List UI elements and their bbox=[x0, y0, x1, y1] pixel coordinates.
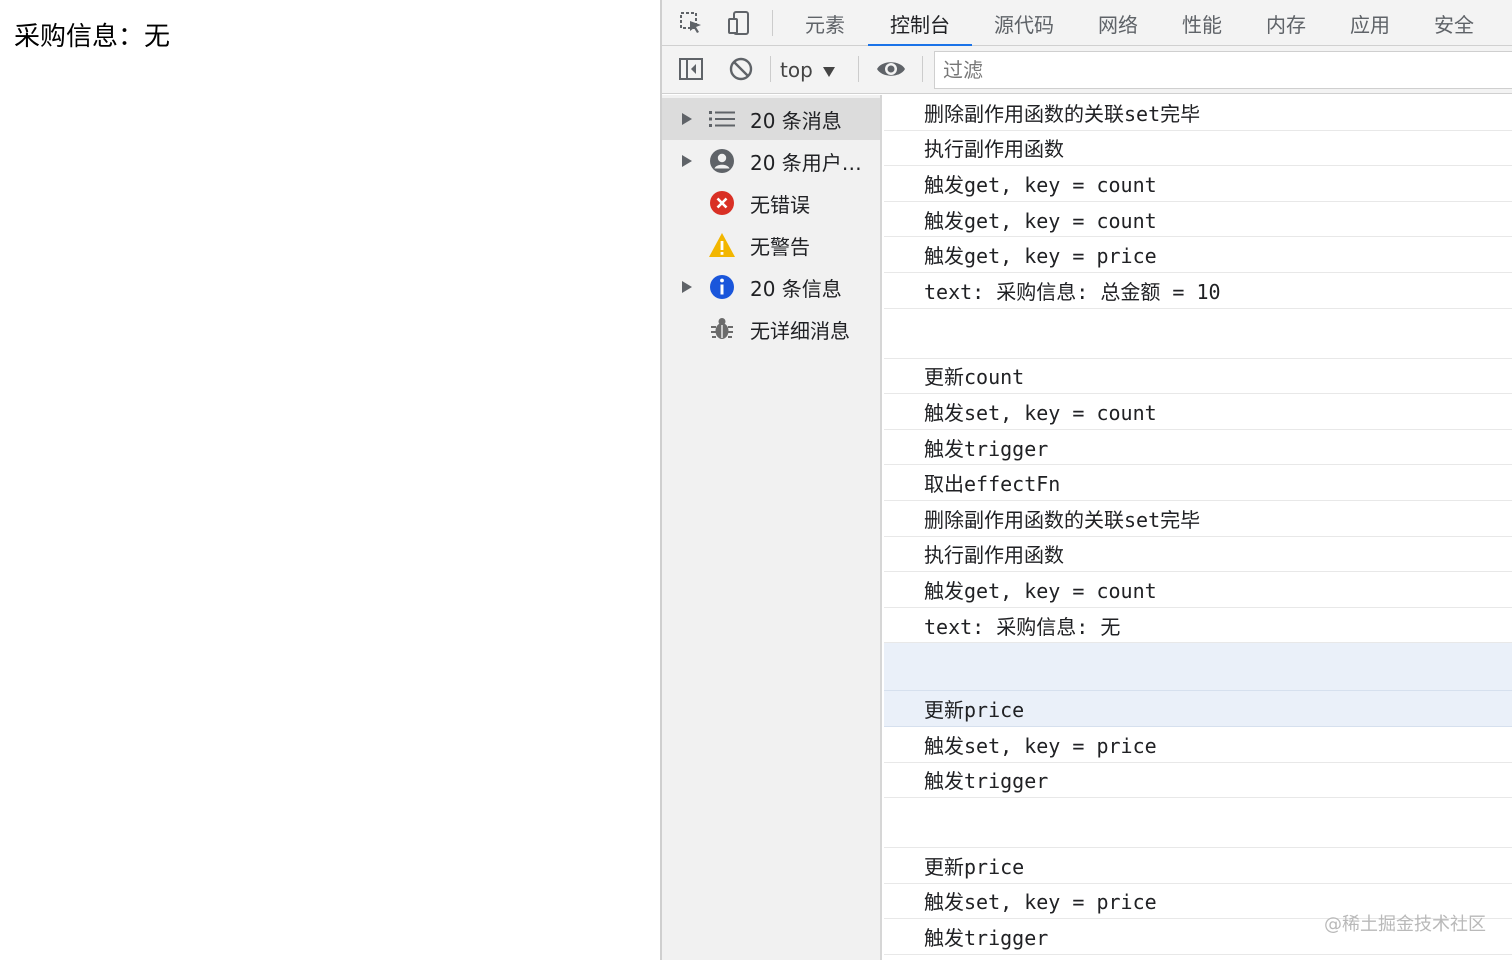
tab-sources[interactable]: 源代码 bbox=[984, 0, 1064, 46]
console-sidebar: 20 条消息 20 条用户… 无错误 无警告 20 条信息 无详细消息 bbox=[662, 95, 882, 960]
list-icon bbox=[708, 105, 736, 133]
tab-memory[interactable]: 内存 bbox=[1254, 0, 1318, 46]
tabbar-divider bbox=[772, 10, 773, 36]
console-message-blank bbox=[884, 643, 1512, 692]
tab-elements[interactable]: 元素 bbox=[790, 0, 860, 46]
sidebar-item-label: 20 条消息 bbox=[750, 108, 842, 133]
expand-arrow-icon[interactable] bbox=[682, 112, 694, 126]
context-label: top bbox=[780, 58, 813, 82]
sidebar-item-warnings[interactable]: 无警告 bbox=[662, 224, 880, 266]
console-message: 触发get, key = count bbox=[884, 572, 1512, 608]
toolbar-divider bbox=[922, 56, 923, 82]
console-message: 更新count bbox=[884, 359, 1512, 395]
console-message: 执行副作用函数 bbox=[884, 537, 1512, 573]
sidebar-item-label: 无错误 bbox=[750, 192, 810, 217]
warning-icon bbox=[708, 231, 736, 259]
chevron-down-icon bbox=[822, 58, 835, 82]
console-toolbar: top bbox=[662, 46, 1512, 94]
filter-input[interactable] bbox=[935, 52, 1512, 88]
device-toolbar-icon[interactable] bbox=[724, 8, 754, 38]
tab-console[interactable]: 控制台 bbox=[868, 0, 972, 47]
tab-security[interactable]: 安全 bbox=[1422, 0, 1486, 46]
bug-icon bbox=[708, 315, 736, 343]
eye-icon[interactable] bbox=[876, 54, 906, 84]
sidebar-item-label: 无详细消息 bbox=[750, 318, 850, 343]
filter-box bbox=[934, 51, 1512, 89]
console-message: 取出effectFn bbox=[884, 465, 1512, 501]
tab-performance[interactable]: 性能 bbox=[1170, 0, 1234, 46]
sidebar-item-info[interactable]: 20 条信息 bbox=[662, 266, 880, 308]
console-message: 更新price bbox=[884, 848, 1512, 884]
devtools-panel: 元素 控制台 源代码 网络 性能 内存 应用 安全 top 过滤 20 条消息 … bbox=[660, 0, 1512, 960]
sidebar-item-verbose[interactable]: 无详细消息 bbox=[662, 308, 880, 350]
console-message: 触发trigger bbox=[884, 430, 1512, 466]
tab-application[interactable]: 应用 bbox=[1338, 0, 1402, 46]
console-message: text: 采购信息: 无 bbox=[884, 608, 1512, 644]
console-message: 触发trigger bbox=[884, 763, 1512, 799]
sidebar-item-label: 20 条信息 bbox=[750, 276, 842, 301]
console-message-blank bbox=[884, 309, 1512, 359]
toolbar-divider bbox=[858, 56, 859, 82]
info-icon bbox=[708, 273, 736, 301]
console-messages: 删除副作用函数的关联set完毕 执行副作用函数 触发get, key = cou… bbox=[884, 95, 1512, 960]
sidebar-item-label: 20 条用户… bbox=[750, 150, 862, 175]
error-icon bbox=[708, 189, 736, 217]
expand-arrow-icon[interactable] bbox=[682, 154, 694, 168]
console-message: text: 采购信息: 总金额 = 10 bbox=[884, 273, 1512, 309]
console-message: 触发set, key = price bbox=[884, 727, 1512, 763]
clear-console-icon[interactable] bbox=[726, 54, 756, 84]
tab-network[interactable]: 网络 bbox=[1086, 0, 1150, 46]
sidebar-toggle-icon[interactable] bbox=[676, 54, 706, 84]
toolbar-divider bbox=[770, 56, 771, 82]
console-message: 执行副作用函数 bbox=[884, 131, 1512, 167]
console-message: 更新price bbox=[884, 691, 1512, 727]
sidebar-item-messages[interactable]: 20 条消息 bbox=[662, 98, 880, 140]
console-message-blank bbox=[884, 798, 1512, 849]
inspect-element-icon[interactable] bbox=[676, 8, 706, 38]
purchase-info-text: 采购信息：无 bbox=[14, 22, 171, 52]
watermark: @稀土掘金技术社区 bbox=[1324, 914, 1486, 935]
sidebar-item-label: 无警告 bbox=[750, 234, 810, 259]
sidebar-item-user-messages[interactable]: 20 条用户… bbox=[662, 140, 880, 182]
context-selector[interactable]: top bbox=[780, 56, 835, 84]
console-message: 触发get, key = count bbox=[884, 202, 1512, 238]
console-message: 触发get, key = price bbox=[884, 237, 1512, 273]
console-message: 触发get, key = count bbox=[884, 166, 1512, 202]
console-message: 触发set, key = count bbox=[884, 394, 1512, 430]
devtools-tabbar: 元素 控制台 源代码 网络 性能 内存 应用 安全 bbox=[662, 0, 1512, 47]
expand-arrow-icon[interactable] bbox=[682, 280, 694, 294]
console-message: 删除副作用函数的关联set完毕 bbox=[884, 95, 1512, 131]
sidebar-item-errors[interactable]: 无错误 bbox=[662, 182, 880, 224]
console-message: 删除副作用函数的关联set完毕 bbox=[884, 501, 1512, 537]
user-icon bbox=[708, 147, 736, 175]
page-content: 采购信息：无 bbox=[0, 0, 660, 960]
